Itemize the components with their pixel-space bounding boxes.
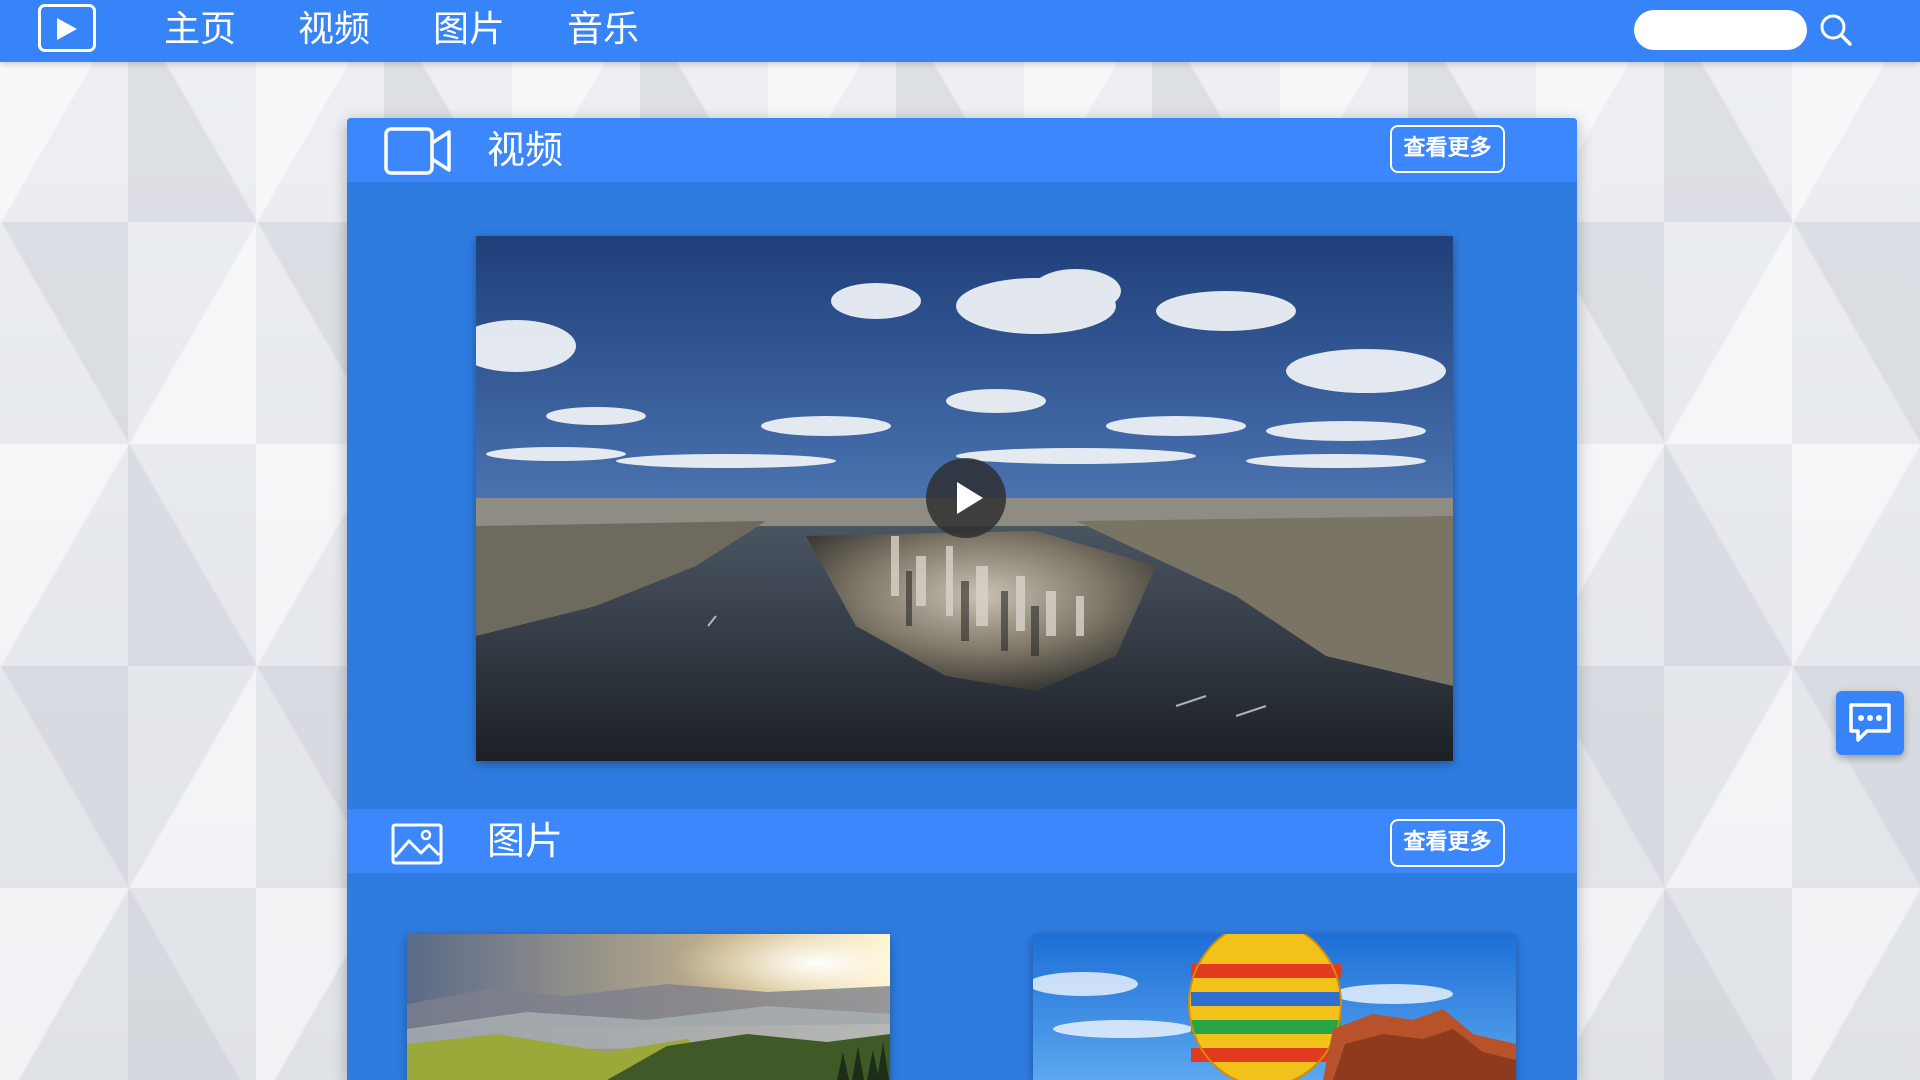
image-icon [391,823,443,865]
nav-item-video[interactable]: 视频 [298,6,370,54]
play-button[interactable] [926,458,1006,538]
balloon-photo [1033,934,1516,1080]
picture-thumbnail-2[interactable] [1033,934,1516,1080]
video-section-header: 视频 查看更多 [347,118,1577,182]
chat-button[interactable] [1836,691,1904,755]
video-camera-icon [384,127,451,175]
video-view-more-button[interactable]: 查看更多 [1390,125,1505,173]
picture-thumbnail-1[interactable] [407,934,890,1080]
chat-bubble-icon [1849,703,1891,742]
video-player[interactable] [476,236,1453,761]
app-logo-icon[interactable] [38,4,96,52]
picture-section-title: 图片 [487,819,564,863]
nav-item-pictures[interactable]: 图片 [433,6,505,54]
nav-item-music[interactable]: 音乐 [567,6,639,54]
search-icon[interactable] [1818,12,1854,48]
picture-view-more-button[interactable]: 查看更多 [1390,819,1505,867]
nav-item-home[interactable]: 主页 [164,6,236,54]
search-input[interactable] [1634,10,1807,50]
top-nav-bar: 主页 视频 图片 音乐 [0,0,1920,62]
play-logo-icon [57,18,77,40]
video-section-title: 视频 [487,128,564,172]
play-icon [957,482,983,514]
landscape-photo [407,934,890,1080]
picture-section-header: 图片 查看更多 [347,809,1577,873]
content-panel: 视频 查看更多 图片 查看更多 [347,118,1577,1080]
